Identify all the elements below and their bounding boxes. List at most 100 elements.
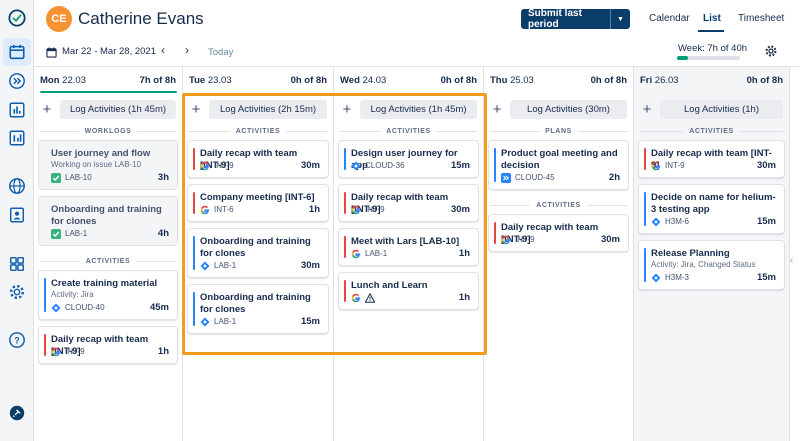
jira-icon (200, 317, 210, 327)
day-progress-bar (40, 91, 177, 93)
day-date: 23.03 (207, 75, 232, 86)
issue-key: LAB-1 (214, 261, 237, 270)
tab-calendar[interactable]: Calendar (649, 13, 690, 24)
section-divider (189, 130, 230, 132)
activity-card[interactable]: Meet with Lars [LAB-10] LAB-1 1h (338, 228, 479, 266)
card-footer: H3M-6 15m (651, 216, 776, 227)
activity-card[interactable]: Daily recap with team [INT-9] INT-9 30m (488, 214, 629, 252)
section-divider (40, 130, 79, 132)
day-header: Thu 25.03 0h of 8h (490, 75, 627, 86)
user-name: Catherine Evans (78, 9, 204, 28)
avatar[interactable]: CE (46, 6, 72, 32)
duration: 30m (756, 160, 776, 171)
submit-period-button[interactable]: Submit last period ▼ (521, 8, 630, 30)
card-accent-bar (344, 280, 346, 302)
card-accent-bar (644, 192, 646, 226)
log-row: + Log Activities (30m) (490, 100, 627, 119)
duration: 1h (458, 248, 470, 259)
log-activities-button[interactable]: Log Activities (1h) (660, 100, 783, 119)
card-accent-bar (494, 222, 496, 244)
section-divider (137, 130, 177, 132)
add-icon[interactable]: + (640, 102, 654, 117)
report-icon[interactable] (7, 128, 27, 148)
duration: 15m (450, 160, 470, 171)
collapse-arrow-icon[interactable]: ‹ (790, 255, 793, 266)
card-footer: H3M-3 15m (651, 272, 776, 283)
section-header-plans: PLANS (490, 126, 628, 136)
person-card-icon[interactable] (7, 205, 27, 225)
day-header: Tue 23.03 0h of 8h (189, 75, 327, 86)
log-activities-button[interactable]: Log Activities (1h 45m) (360, 100, 477, 119)
activity-card[interactable]: Daily recap with team [INT-9] INT-9 30m (338, 184, 479, 222)
card-accent-bar (344, 236, 346, 258)
activity-card[interactable]: Lunch and Learn 1h (338, 272, 479, 310)
add-icon[interactable]: + (490, 102, 504, 117)
issue-key: LAB-1 (365, 249, 388, 258)
calendar-small-icon[interactable] (46, 45, 57, 63)
google-calendar-icon (501, 235, 511, 245)
activity-card[interactable]: Onboarding and training for clones LAB-1 3… (187, 228, 329, 278)
logo-icon[interactable] (7, 8, 27, 28)
day-name: Wed (340, 75, 363, 86)
issue-key: LAB-10 (65, 173, 92, 182)
settings-gear-icon[interactable] (764, 44, 778, 58)
bar-chart-icon[interactable] (7, 100, 27, 120)
date-range[interactable]: Mar 22 - Mar 28, 2021 (62, 46, 156, 57)
activity-card[interactable]: Release Planning Activity: Jira, Changed … (638, 240, 785, 290)
jira-icon (51, 303, 61, 313)
worklog-card[interactable]: User journey and flow Working on issue LA… (38, 140, 178, 190)
log-activities-button[interactable]: Log Activities (30m) (510, 100, 627, 119)
card-accent-bar (644, 248, 646, 282)
issue-key: INT-9 (365, 205, 385, 214)
activity-card[interactable]: Decide on name for helium-3 testing app H… (638, 184, 785, 234)
tab-list[interactable]: List (703, 13, 721, 24)
issue-key: CLOUD-45 (515, 173, 555, 182)
activity-card[interactable]: Daily recap with team [INT-9] INT-9 30m (638, 140, 785, 178)
card-footer: LAB-1 1h (351, 248, 470, 259)
day-date: 22.03 (62, 75, 86, 86)
help-icon[interactable]: ? (7, 330, 27, 350)
gear-icon[interactable] (7, 282, 27, 302)
add-icon[interactable]: + (40, 102, 54, 117)
day-label: Thu 25.03 (490, 75, 534, 86)
activity-card[interactable]: Company meeting [INT-6] INT-6 1h (187, 184, 329, 222)
grid-icon[interactable] (7, 254, 27, 274)
activity-card[interactable]: Onboarding and training for clones LAB-1 1… (187, 284, 329, 334)
section-label: ACTIVITIES (85, 257, 131, 265)
today-button[interactable]: Today (208, 47, 233, 58)
globe-icon[interactable] (7, 176, 27, 196)
card-footer: CLOUD-36 15m (351, 160, 470, 171)
card-title: Decide on name for helium-3 testing app (651, 192, 776, 215)
activity-card[interactable]: Daily recap with team [INT-9] INT-9 1h (38, 326, 178, 364)
card-footer: LAB-1 15m (200, 316, 320, 327)
log-activities-button[interactable]: Log Activities (1h 45m) (60, 100, 176, 119)
google-calendar-icon (200, 161, 210, 171)
section-label: WORKLOGS (84, 127, 132, 135)
card-accent-bar (644, 148, 646, 170)
calendar-icon[interactable] (7, 42, 27, 62)
activity-card[interactable]: Create training material Activity: Jira CL… (38, 270, 178, 320)
chevrons-right-icon[interactable] (7, 71, 27, 91)
activity-card[interactable]: Product goal meeting and decision CLOUD-4… (488, 140, 629, 190)
worklog-card[interactable]: Onboarding and training for clones LAB-1 4… (38, 196, 178, 246)
card-footer: 1h (351, 292, 470, 303)
chevron-left-icon[interactable]: ‹ (157, 43, 169, 57)
log-activities-button[interactable]: Log Activities (2h 15m) (209, 100, 327, 119)
card-footer: INT-9 30m (351, 204, 470, 215)
section-header-activities: ACTIVITIES (189, 126, 328, 136)
tab-timesheet[interactable]: Timesheet (738, 13, 784, 24)
card-footer: INT-9 1h (51, 346, 169, 357)
card-footer: LAB-1 30m (200, 260, 320, 271)
chevron-right-icon[interactable]: › (181, 43, 193, 57)
day-name: Fri (640, 75, 655, 86)
add-icon[interactable]: + (189, 102, 203, 117)
activity-card[interactable]: Design user journey for appCLOUD-3615m (338, 140, 479, 178)
pin-icon[interactable] (7, 403, 27, 423)
submit-dropdown-icon[interactable]: ▼ (610, 9, 630, 29)
issue-key: H3M-3 (665, 273, 690, 282)
card-subtitle: Activity: Jira, Changed Status (651, 260, 756, 269)
duration: 30m (450, 204, 470, 215)
day-column-tue: Tue 23.03 0h of 8h + Log Activities (2h 15m… (183, 67, 334, 441)
add-icon[interactable]: + (340, 102, 354, 117)
activity-card[interactable]: Daily recap with team [INT-9] INT-9 30m (187, 140, 329, 178)
